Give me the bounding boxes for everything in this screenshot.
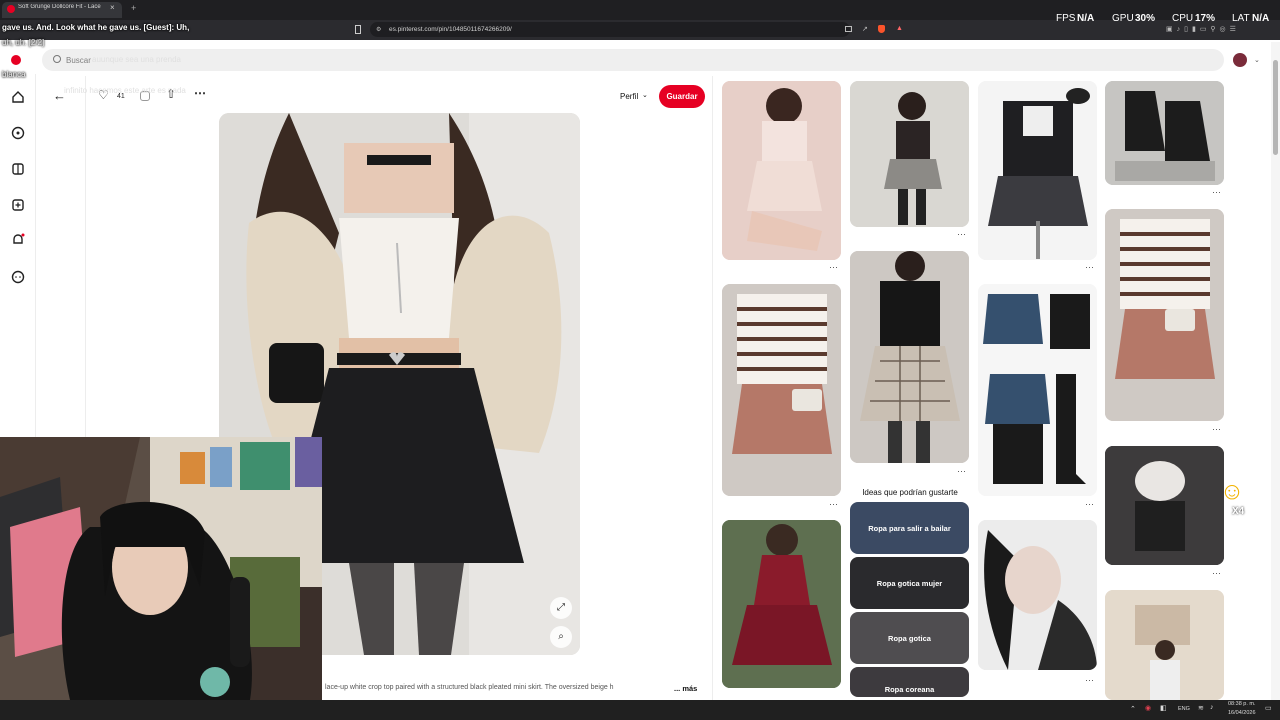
- fps-label: FPS: [1056, 13, 1076, 24]
- emote-count: X4: [1232, 506, 1245, 517]
- profile-chevron-icon: ⌄: [642, 92, 648, 99]
- brave-rewards-icon[interactable]: ▲: [896, 25, 903, 32]
- idea-card[interactable]: Ropa gotica: [850, 612, 969, 664]
- volume-icon[interactable]: ♪: [1210, 704, 1214, 711]
- clock-date[interactable]: 16/04/2026: [1228, 710, 1256, 716]
- cpu-value: 17%: [1195, 13, 1216, 24]
- profile-dropdown[interactable]: Perfil: [620, 92, 638, 101]
- read-more-link[interactable]: ... más: [674, 684, 697, 693]
- avatar[interactable]: [1233, 53, 1247, 67]
- pin-more-icon[interactable]: ⋯: [957, 467, 966, 476]
- webcam-feed: [0, 437, 322, 700]
- search-icon: [53, 55, 61, 63]
- lat-label: LAT: [1232, 13, 1250, 24]
- ideas-section-title: Ideas que podrían gustarte: [862, 488, 958, 497]
- idea-card[interactable]: Ropa para salir a bailar: [850, 502, 969, 554]
- pin-more-icon[interactable]: ⋯: [1212, 425, 1221, 434]
- language-indicator[interactable]: ENG: [1178, 706, 1190, 712]
- pinterest-favicon-icon: [7, 5, 15, 13]
- close-tab-icon[interactable]: ×: [110, 3, 115, 12]
- url-text: es.pinterest.com/pin/1048501167426620‌9/: [389, 26, 512, 33]
- messages-icon[interactable]: [11, 270, 25, 284]
- fps-value: N/A: [1077, 13, 1095, 24]
- related-pin[interactable]: [1105, 590, 1224, 700]
- related-pin[interactable]: [722, 520, 841, 688]
- related-pin[interactable]: [850, 81, 969, 227]
- notifications-icon[interactable]: [11, 233, 25, 247]
- related-pin[interactable]: [1105, 81, 1224, 185]
- gpu-value: 30%: [1135, 13, 1156, 24]
- chevron-down-icon[interactable]: ⌄: [1254, 56, 1260, 64]
- create-icon[interactable]: [11, 198, 25, 212]
- tray-chevron-icon[interactable]: ⌃: [1130, 705, 1136, 713]
- gpu-label: GPU: [1112, 13, 1134, 24]
- pin-more-icon[interactable]: ⋯: [829, 263, 838, 272]
- related-pin[interactable]: [978, 81, 1097, 260]
- chat-line: blanca: [2, 70, 26, 79]
- notification-center-icon[interactable]: ▭: [1265, 704, 1272, 712]
- chat-avatar-icon: [11, 55, 21, 65]
- chat-line: auunque sea una prenda: [92, 55, 181, 64]
- pin-more-icon[interactable]: ⋯: [1085, 500, 1094, 509]
- chat-line: uh, uh. [2/2]: [2, 38, 45, 47]
- more-options-icon[interactable]: ⋯: [194, 86, 206, 100]
- scrollbar-thumb[interactable]: [1273, 60, 1278, 155]
- site-info-icon[interactable]: ⚙: [376, 26, 381, 33]
- bookmark-icon[interactable]: [355, 25, 361, 34]
- screenshot-icon[interactable]: [845, 26, 852, 32]
- save-button[interactable]: Guardar: [659, 85, 705, 108]
- pin-more-icon[interactable]: ⋯: [1085, 263, 1094, 272]
- idea-card[interactable]: Ropa coreana: [850, 667, 969, 697]
- windows-taskbar: [0, 700, 1280, 720]
- pin-more-icon[interactable]: ⋯: [829, 500, 838, 509]
- chat-line: gave us. And. Look what he gave us. [Gue…: [2, 23, 190, 32]
- new-tab-button[interactable]: +: [131, 3, 136, 13]
- related-pin[interactable]: [1105, 209, 1224, 421]
- idea-card[interactable]: Ropa gotica mujer: [850, 557, 969, 609]
- tab-title: Soft Grunge Dollcore Fit - Lace: [18, 4, 101, 10]
- expand-icon[interactable]: ⤢: [550, 597, 572, 619]
- cpu-label: CPU: [1172, 13, 1194, 24]
- home-icon[interactable]: [11, 90, 25, 104]
- pin-more-icon[interactable]: ⋯: [1212, 188, 1221, 197]
- search-bar[interactable]: [42, 49, 1224, 71]
- related-pin[interactable]: [978, 284, 1097, 496]
- brave-shield-icon[interactable]: [878, 25, 885, 33]
- wifi-icon[interactable]: ≋: [1198, 704, 1204, 712]
- related-pin[interactable]: [722, 284, 841, 496]
- related-pin[interactable]: [978, 520, 1097, 670]
- chat-line: infinito hacemos este arte es nada: [64, 86, 186, 95]
- related-pin[interactable]: [850, 251, 969, 463]
- extensions-icons[interactable]: ▣♪▯▮▭⚲◎☰: [1166, 25, 1266, 35]
- related-pin[interactable]: [722, 81, 841, 260]
- lat-value: N/A: [1252, 13, 1270, 24]
- tray-app-icon[interactable]: ◧: [1160, 704, 1167, 712]
- visual-search-icon[interactable]: ⌕: [550, 626, 572, 648]
- pin-more-icon[interactable]: ⋯: [1085, 676, 1094, 685]
- share-icon[interactable]: ↗: [862, 25, 868, 33]
- explore-icon[interactable]: [11, 126, 25, 140]
- pin-description: lace-up white crop top paired with a str…: [325, 684, 614, 691]
- pin-more-icon[interactable]: ⋯: [957, 230, 966, 239]
- search-input[interactable]: Buscar: [66, 56, 91, 65]
- tray-app-icon[interactable]: ◉: [1145, 704, 1151, 712]
- pin-more-icon[interactable]: ⋯: [1212, 569, 1221, 578]
- related-pin[interactable]: [1105, 446, 1224, 565]
- boards-icon[interactable]: [11, 162, 25, 176]
- emote-icon: ☺: [1219, 478, 1245, 505]
- clock-time[interactable]: 08:38 p. m.: [1228, 701, 1256, 707]
